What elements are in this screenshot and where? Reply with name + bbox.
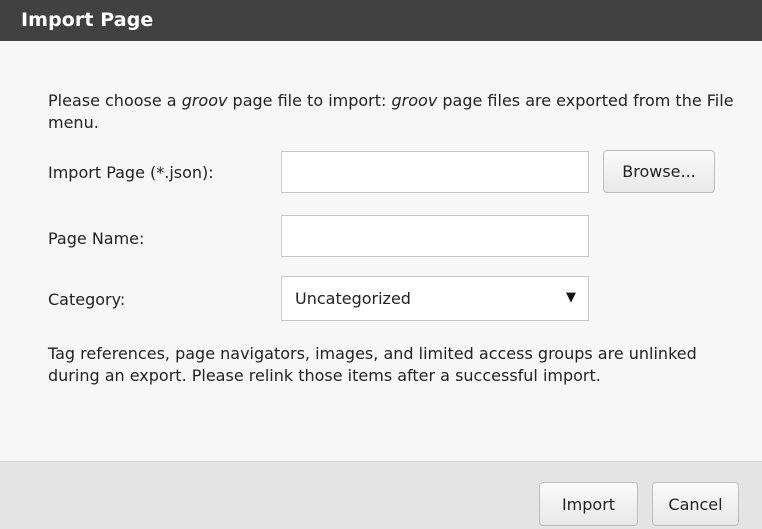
dialog-title: Import Page (21, 9, 154, 31)
dialog-footer: Import Cancel (0, 461, 762, 529)
intro-brand-1: groov (181, 91, 228, 110)
intro-brand-2: groov (391, 91, 438, 110)
dialog-titlebar: Import Page (0, 0, 762, 41)
category-select[interactable]: Uncategorized ▼ (281, 276, 589, 321)
intro-text: Please choose a groov page file to impor… (48, 90, 738, 134)
chevron-down-icon: ▼ (566, 290, 576, 305)
intro-part-2: page file to import: (227, 91, 392, 110)
import-button[interactable]: Import (539, 482, 638, 526)
page-name-label: Page Name: (48, 229, 145, 248)
cancel-button[interactable]: Cancel (652, 482, 739, 526)
category-selected-value: Uncategorized (295, 289, 411, 308)
import-page-dialog: Import Page Please choose a groov page f… (0, 0, 762, 529)
import-page-field[interactable] (281, 151, 589, 193)
page-name-field[interactable] (281, 215, 589, 257)
intro-part-1: Please choose a (48, 91, 182, 110)
export-note-text: Tag references, page navigators, images,… (48, 344, 697, 385)
browse-button[interactable]: Browse... (603, 150, 715, 193)
category-label: Category: (48, 290, 126, 309)
import-page-label: Import Page (*.json): (48, 163, 214, 182)
